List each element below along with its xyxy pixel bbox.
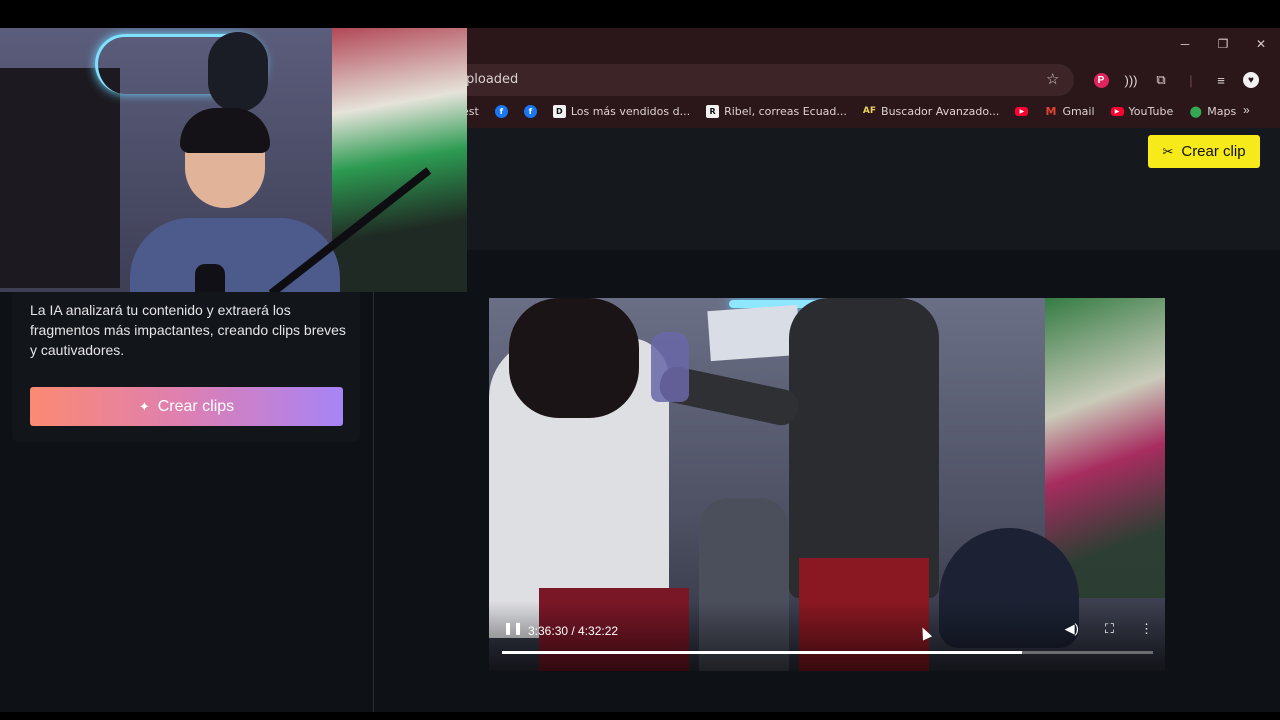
bookmark-item[interactable]: D Los más vendidos d... bbox=[552, 104, 690, 118]
window-controls: ─ ❐ ✕ bbox=[1166, 30, 1280, 58]
streamer-hair bbox=[180, 108, 270, 153]
streamer-body bbox=[130, 218, 340, 292]
microphone bbox=[195, 264, 225, 292]
facebook-icon: f bbox=[494, 104, 508, 118]
extensions-puzzle-icon[interactable]: ⧉ bbox=[1146, 69, 1176, 91]
video-frame bbox=[489, 298, 1165, 671]
bookmarks-more-icon[interactable]: » bbox=[1243, 103, 1250, 117]
close-button[interactable]: ✕ bbox=[1242, 30, 1280, 58]
crear-clip-label: Crear clip bbox=[1181, 143, 1246, 160]
pinterest-extension-icon[interactable]: P bbox=[1086, 69, 1116, 91]
video-player[interactable]: ❚❚ 3:36:30 / 4:32:22 ◀) ⛶ ⋮ bbox=[489, 298, 1165, 671]
crear-clips-label: Crear clips bbox=[157, 397, 235, 415]
webcam-overlay bbox=[0, 28, 467, 292]
r-icon: R bbox=[706, 104, 720, 118]
bookmark-item[interactable]: R Ribel, correas Ecuad... bbox=[706, 104, 847, 118]
youtube-icon: ▶ bbox=[1110, 106, 1124, 116]
person-right bbox=[789, 298, 939, 598]
extensions-toolbar: P ))) ⧉ | ≡ ♥ ⋮ bbox=[1086, 69, 1280, 91]
bookmark-item[interactable]: ▶ YouTube bbox=[1110, 105, 1173, 118]
bookmark-item[interactable]: f bbox=[523, 104, 537, 118]
bookmark-item[interactable]: f bbox=[494, 104, 508, 118]
pause-icon[interactable]: ❚❚ bbox=[503, 621, 523, 635]
chrome-menu-icon[interactable]: ⋮ bbox=[1266, 69, 1280, 91]
bookmark-item[interactable]: ▶ bbox=[1015, 106, 1029, 116]
gmail-icon: M bbox=[1045, 104, 1057, 118]
more-options-icon[interactable]: ⋮ bbox=[1140, 621, 1153, 637]
maps-icon: ⬤ bbox=[1189, 104, 1202, 118]
player-controls-right: ◀) ⛶ ⋮ bbox=[1065, 621, 1153, 637]
divider: | bbox=[1189, 72, 1193, 88]
panel-divider bbox=[373, 292, 374, 712]
progress-fill bbox=[502, 651, 1022, 654]
audio-extension-icon[interactable]: ))) bbox=[1116, 69, 1146, 91]
volume-icon[interactable]: ◀) bbox=[1065, 621, 1079, 637]
progress-bar[interactable] bbox=[502, 651, 1153, 654]
time-display: 3:36:30 / 4:32:22 bbox=[528, 624, 619, 638]
bookmark-item[interactable]: ⬤ Maps bbox=[1189, 104, 1237, 118]
af-icon: AF bbox=[862, 106, 877, 116]
media-controls-icon[interactable]: ≡ bbox=[1206, 69, 1236, 91]
restore-button[interactable]: ❐ bbox=[1204, 30, 1242, 58]
bookmark-item[interactable]: M Gmail bbox=[1044, 105, 1094, 118]
person-left-hair bbox=[509, 298, 639, 418]
d-icon: D bbox=[552, 104, 566, 118]
crear-clips-button[interactable]: ✦ Crear clips bbox=[30, 387, 343, 426]
shelf bbox=[0, 68, 120, 288]
fullscreen-icon[interactable]: ⛶ bbox=[1105, 621, 1114, 637]
bookmark-star-icon[interactable]: ☆ bbox=[1046, 70, 1059, 88]
bookmark-item[interactable]: AF Buscador Avanzado... bbox=[863, 105, 1000, 118]
url-text[interactable]: ploaded bbox=[466, 72, 518, 87]
ai-description: La IA analizará tu contenido y extraerá … bbox=[30, 302, 346, 358]
profile-avatar-icon[interactable]: ♥ bbox=[1236, 69, 1266, 91]
glass bbox=[651, 332, 689, 402]
facebook-icon: f bbox=[523, 104, 537, 118]
wall-sign bbox=[707, 304, 801, 362]
minimize-button[interactable]: ─ bbox=[1166, 30, 1204, 58]
sparkle-icon: ✦ bbox=[138, 398, 150, 414]
graffiti-wall bbox=[332, 28, 467, 292]
scissors-icon: ✂ bbox=[1162, 143, 1174, 159]
youtube-icon: ▶ bbox=[1015, 106, 1029, 116]
guitar bbox=[208, 32, 268, 112]
bookmarks-bar: est f f D Los más vendidos d... R Ribel, c… bbox=[462, 101, 1252, 121]
crear-clip-button[interactable]: ✂ Crear clip bbox=[1148, 135, 1260, 168]
